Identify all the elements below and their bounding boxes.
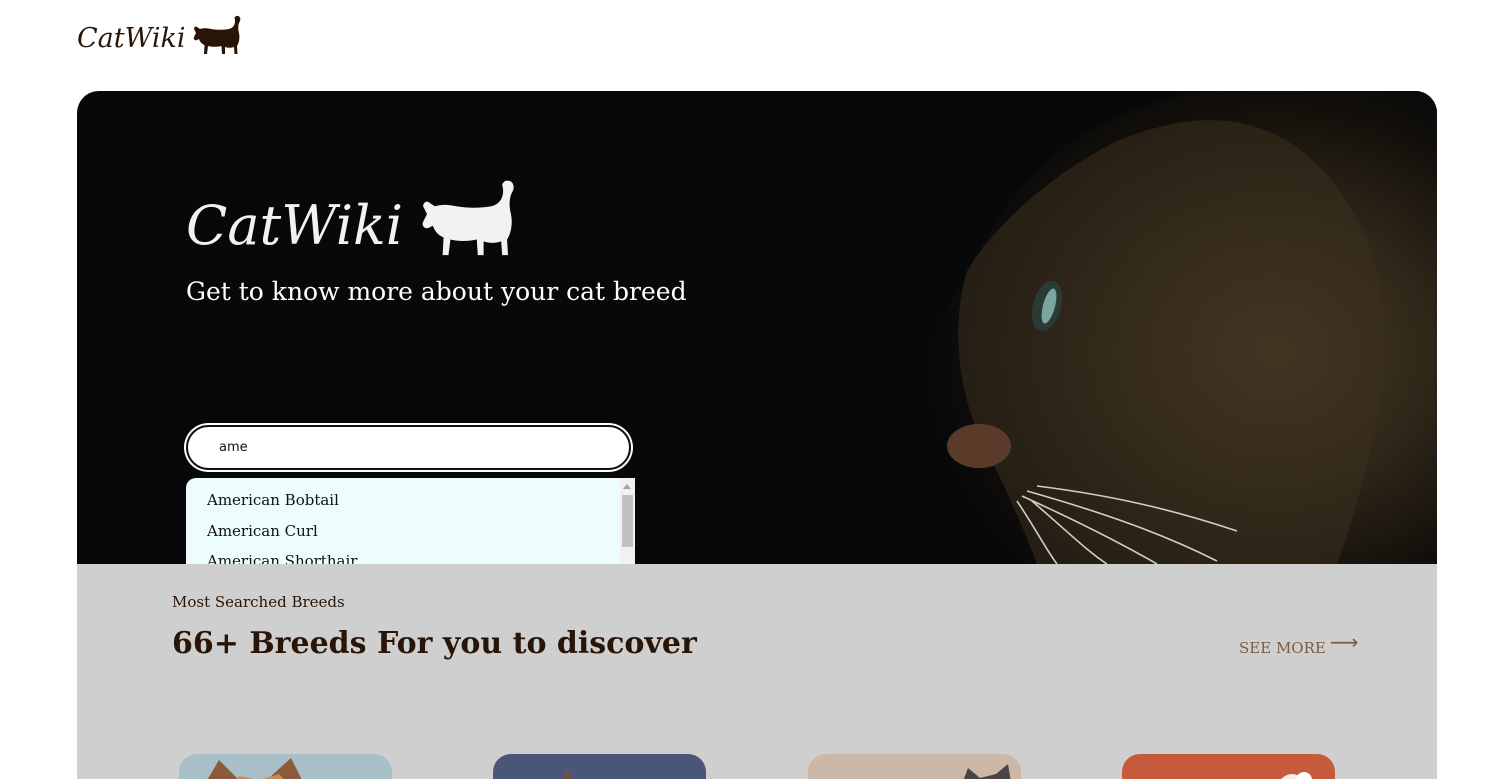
- see-more-label: SEE MORE: [1239, 639, 1326, 657]
- hero-logo-text: CatWiki: [186, 194, 404, 257]
- breeds-section: Most Searched Breeds 66+ Breeds For you …: [77, 564, 1437, 779]
- breed-photo: [1122, 754, 1335, 779]
- breed-card-image[interactable]: [1122, 754, 1335, 779]
- breed-search-input[interactable]: [219, 427, 599, 468]
- cat-silhouette-icon: [422, 180, 514, 256]
- hero-content: CatWiki Get to know more about your cat …: [186, 169, 687, 306]
- scroll-up-arrow-icon[interactable]: [623, 484, 631, 489]
- hero-tagline: Get to know more about your cat breed: [186, 277, 687, 306]
- suggestion-item[interactable]: American Bobtail: [207, 491, 339, 509]
- cat-silhouette-icon: [193, 15, 240, 55]
- suggestion-item[interactable]: American Curl: [207, 522, 318, 540]
- header-logo-text: CatWiki: [77, 23, 186, 54]
- arrow-right-icon: ⟶: [1329, 630, 1359, 654]
- breed-card-image[interactable]: [493, 754, 706, 779]
- breed-photo: [808, 754, 1021, 779]
- section-title: 66+ Breeds For you to discover: [172, 626, 697, 661]
- breed-photo: [493, 754, 706, 779]
- section-eyebrow: Most Searched Breeds: [172, 593, 345, 611]
- breed-card-image[interactable]: [179, 754, 392, 779]
- hero-cat-photo: [737, 91, 1437, 564]
- hero-logo: CatWiki: [186, 169, 687, 259]
- breed-photo: [179, 754, 392, 779]
- see-more-link[interactable]: SEE MORE ⟶: [1239, 630, 1359, 660]
- scrollbar-thumb[interactable]: [622, 495, 633, 547]
- header-logo[interactable]: CatWiki: [77, 6, 242, 56]
- breed-search-box[interactable]: [186, 425, 631, 470]
- breed-card-image[interactable]: [808, 754, 1021, 779]
